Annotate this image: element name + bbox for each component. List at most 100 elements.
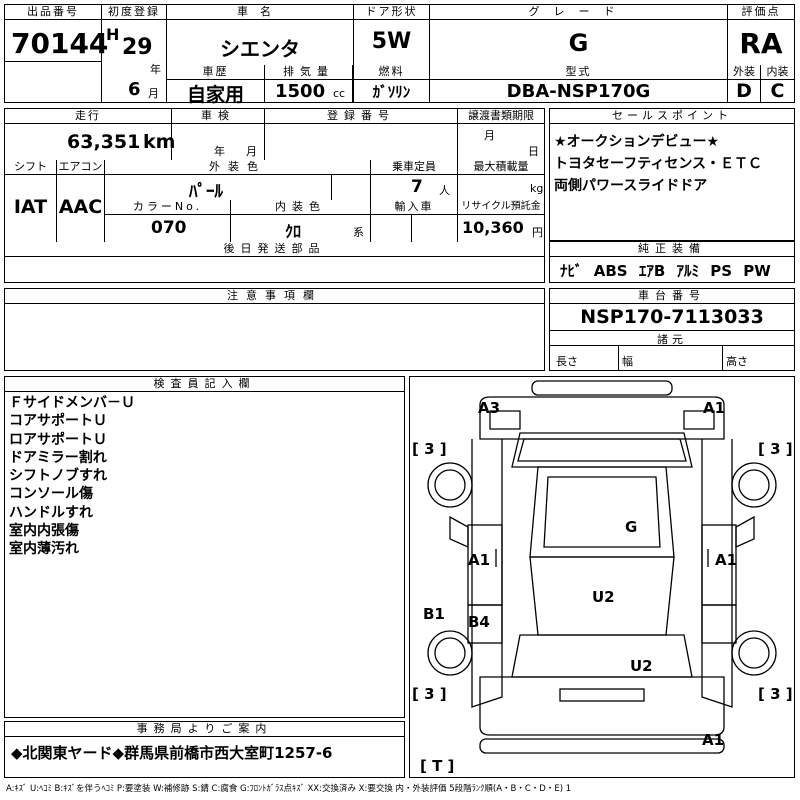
chassis-label: 車台番号 bbox=[550, 289, 794, 304]
equipment-airbag: ｴｱB bbox=[638, 262, 666, 280]
equipment-box: 純正装備 ﾅﾋﾞ ABS ｴｱB ｱﾙﾐ PS PW bbox=[549, 241, 795, 283]
inspection-cell: 車検 年 月 bbox=[172, 109, 265, 160]
remark-item: コンソール傷 bbox=[9, 486, 93, 503]
history: 自家用 bbox=[186, 84, 244, 106]
exterior-grade: D bbox=[736, 80, 752, 102]
chassis-number: NSP170-7113033 bbox=[580, 306, 764, 328]
mark-a1-left: A1 bbox=[468, 551, 491, 569]
equipment-label: 純正装備 bbox=[550, 242, 794, 257]
mileage-unit: km bbox=[143, 131, 176, 153]
mileage-cell: 走行 63,351 km bbox=[5, 109, 176, 160]
remark-item: ハンドルすれ bbox=[9, 504, 93, 521]
car-name-label: 車名 bbox=[167, 5, 353, 20]
damage-legend: A:ｷｽﾞ U:ﾍｺﾐ B:ｷｽﾞを伴うﾍｺﾐ P:要塗装 W:補修跡 S:錆 … bbox=[6, 784, 572, 794]
maxload-cell: 最大積載量 kg bbox=[458, 160, 544, 200]
interior-color: ｸﾛ bbox=[285, 222, 302, 241]
exterior-color: ﾊﾟｰﾙ bbox=[189, 182, 223, 202]
notes-label: 注意事項欄 bbox=[5, 289, 544, 304]
equipment-alloy: ｱﾙﾐ bbox=[676, 262, 700, 280]
displacement-unit: cc bbox=[333, 87, 346, 100]
remark-item: 室内内張傷 bbox=[9, 523, 79, 540]
fuel-cell: 燃料 ｶﾞｿﾘﾝ bbox=[353, 65, 430, 102]
later-parts-cell: 後日発送部品 bbox=[5, 242, 544, 282]
grade-block: グレード G bbox=[430, 5, 728, 65]
int-color-label: 内装色 bbox=[231, 200, 370, 215]
history-cell: 車歴 自家用 bbox=[167, 65, 265, 106]
inspector-label: 検査員記入欄 bbox=[5, 377, 404, 392]
import-label: 輸入車 bbox=[371, 200, 457, 215]
first-reg-year: 29 bbox=[122, 35, 153, 60]
capacity: 7 bbox=[411, 177, 423, 197]
selling-point-1: ★オークションデビュー★ bbox=[554, 134, 720, 150]
remark-item: Ｆサイドメンバ－Ｕ bbox=[9, 395, 135, 411]
model: DBA-NSP170G bbox=[506, 81, 651, 102]
selling-points-label: セールスポイント bbox=[550, 109, 794, 124]
exterior-label: 外装 bbox=[728, 65, 760, 80]
mark-a1-bottom: A1 bbox=[702, 731, 725, 749]
door-type: 5W bbox=[371, 29, 412, 54]
year-unit: 年 bbox=[150, 63, 161, 76]
door-block: ドア形状 5W bbox=[353, 5, 430, 65]
inspector-box: 検査員記入欄 Ｆサイドメンバ－Ｕ コアサポートＵ ロアサポートＵ ドアミラー割れ… bbox=[4, 376, 405, 718]
int-color-unit: 系 bbox=[353, 226, 364, 239]
office-label: 事務局よりご案内 bbox=[5, 722, 404, 737]
car-diagram-box: A3 A1 G A1 A1 B1 B4 U2 U2 A1 [ 3 ] [ 3 ]… bbox=[409, 376, 795, 778]
model-label: 型式 bbox=[430, 65, 727, 80]
car-diagram bbox=[427, 380, 777, 754]
remark-item: コアサポートＵ bbox=[9, 413, 107, 430]
registration-label: 登録番号 bbox=[265, 109, 457, 124]
history-label: 車歴 bbox=[167, 65, 264, 80]
ac-cell: エアコン AAC bbox=[57, 160, 105, 242]
maxload-unit: kg bbox=[530, 182, 544, 195]
selling-points-box: セールスポイント ★オークションデビュー★ トヨタセーフティセンス・ＥＴＣ 両側… bbox=[549, 108, 795, 241]
car-name: シエンタ bbox=[220, 37, 300, 61]
tire-rear-right: [ 3 ] bbox=[758, 685, 793, 703]
first-reg-era: H bbox=[106, 25, 120, 44]
mark-u2-mid: U2 bbox=[592, 588, 615, 606]
fuel-label: 燃料 bbox=[354, 65, 429, 80]
ac-label: エアコン bbox=[57, 160, 104, 175]
interior-cell: 内装 C bbox=[761, 65, 794, 102]
import-cell: 輸入車 bbox=[371, 200, 458, 242]
equipment-list: ﾅﾋﾞ ABS ｴｱB ｱﾙﾐ PS PW bbox=[560, 260, 771, 281]
recycle-label: リサイクル預託金 bbox=[458, 200, 544, 215]
inspection-month-unit: 月 bbox=[246, 145, 257, 158]
mileage-label: 走行 bbox=[5, 109, 171, 124]
month-unit: 月 bbox=[148, 87, 159, 100]
mark-b4: B4 bbox=[468, 613, 490, 631]
lot-cell: 出品番号 70144 bbox=[5, 5, 108, 102]
int-color-cell: 内装色 ｸﾛ 系 bbox=[231, 200, 371, 242]
tire-rear-left: [ 3 ] bbox=[412, 685, 447, 703]
interior-label: 内装 bbox=[761, 65, 794, 80]
first-reg-label: 初度登録 bbox=[102, 5, 166, 20]
equipment-abs: ABS bbox=[593, 262, 628, 280]
mileage: 63,351 bbox=[67, 131, 141, 153]
grade-label: グレード bbox=[430, 5, 727, 20]
ac: AAC bbox=[58, 196, 103, 218]
color-label: 外装色 bbox=[105, 160, 370, 175]
tire-front-right: [ 3 ] bbox=[758, 440, 793, 458]
mark-b1: B1 bbox=[423, 605, 445, 623]
first-reg-cell: 初度登録 H 29 年 6 月 bbox=[102, 5, 167, 102]
score-label: 評価点 bbox=[728, 5, 794, 20]
registration-cell: 登録番号 bbox=[265, 109, 458, 160]
interior-grade: C bbox=[770, 80, 785, 102]
notes-box: 注意事項欄 bbox=[4, 288, 545, 371]
remark-item: シフトノブすれ bbox=[9, 468, 107, 485]
color-cell: 外装色 ﾊﾟｰﾙ bbox=[105, 160, 371, 202]
inspection-year-unit: 年 bbox=[214, 145, 225, 158]
displacement-cell: 排気量 1500 cc bbox=[265, 65, 353, 102]
equipment-navi: ﾅﾋﾞ bbox=[560, 262, 583, 280]
capacity-unit: 人 bbox=[439, 184, 450, 197]
door-label: ドア形状 bbox=[354, 5, 429, 20]
displacement: 1500 bbox=[275, 81, 326, 102]
lot-number: 70144 bbox=[11, 27, 109, 60]
tire-front-left: [ 3 ] bbox=[412, 440, 447, 458]
length-label: 長さ bbox=[556, 355, 578, 368]
capacity-label: 乗車定員 bbox=[371, 160, 457, 175]
recycle-cell: リサイクル預託金 10,360 円 bbox=[458, 200, 544, 242]
mark-u2-rear: U2 bbox=[630, 657, 653, 675]
selling-point-3: 両側パワースライドドア bbox=[554, 178, 708, 194]
office-box: 事務局よりご案内 ◆北関東ヤード◆群馬県前橋市西大室町1257-6 bbox=[4, 721, 405, 778]
color-no: 070 bbox=[151, 218, 187, 238]
